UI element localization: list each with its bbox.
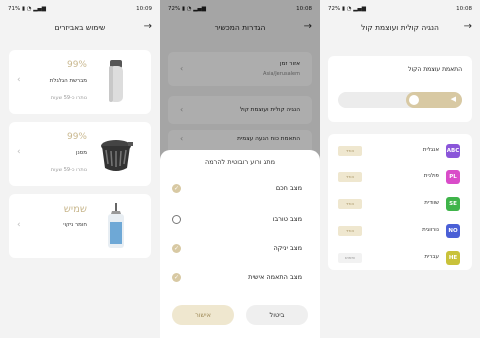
language-badge-icon: NO — [446, 224, 460, 238]
volume-card: התאמת עוצמת הקול ◀ — [328, 56, 472, 122]
accessory-name: מברשת הגלגלת — [49, 78, 87, 84]
usage-percent: 99% — [66, 132, 87, 142]
download-button[interactable]: הורד — [338, 199, 362, 209]
volume-label: התאמת עוצמת הקול — [408, 66, 462, 73]
chevron-left-icon: ‹ — [17, 75, 21, 85]
remaining-time: נותרו כ-59 שעות — [50, 167, 87, 173]
in-use-button[interactable]: שימוש — [338, 253, 362, 263]
bottom-sheet: מתג ורוע רובוטית להרמה מצב חכם ✓ מצב טור… — [160, 150, 320, 338]
header: הנגיה קולית ועוצמת קול → — [320, 18, 480, 40]
chevron-left-icon: ‹ — [17, 147, 21, 157]
status-bar: 72% ▮ ◔ ▂▄▆ 10:08 — [328, 6, 472, 12]
language-name: שוודית — [424, 200, 439, 206]
option-smart-mode[interactable]: מצב חכם ✓ — [170, 182, 310, 196]
remaining-time: נותרו כ-59 שעות — [50, 95, 87, 101]
language-badge-icon: SE — [446, 197, 460, 211]
option-suction-mode[interactable]: מצב יניקה ✓ — [170, 242, 310, 256]
status-text: שמיש — [63, 204, 87, 215]
accessory-name: חומר ניקוי — [63, 222, 87, 228]
option-label: מצב יניקה — [273, 244, 302, 252]
accessory-name: מסנן — [75, 150, 87, 156]
language-badge-icon: PL — [446, 170, 460, 184]
slider-handle[interactable] — [409, 95, 419, 105]
language-name: עברית — [424, 254, 439, 260]
accessories-screen: 71% ▮ ◔ ▂▄▆ 10:09 שימוש באביזרים → 99% מ… — [0, 0, 160, 338]
download-button[interactable]: הורד — [338, 146, 362, 156]
language-row-swedish[interactable]: SE שוודית הורד — [328, 195, 472, 213]
accessory-card-roller-brush[interactable]: 99% מברשת הגלגלת נותרו כ-59 שעות ‹ — [9, 50, 151, 114]
back-arrow-icon[interactable]: → — [144, 21, 152, 32]
language-list: ABC אנגלית הורד PL פולנית הורד SE שוודית… — [328, 134, 472, 270]
check-icon[interactable]: ✓ — [172, 184, 181, 193]
accessory-card-cleaning-solution[interactable]: שמיש חומר ניקוי ‹ — [9, 194, 151, 258]
battery-level: 72% — [328, 6, 341, 12]
language-name: אנגלית — [422, 147, 439, 153]
download-button[interactable]: הורד — [338, 226, 362, 236]
language-row-english[interactable]: ABC אנגלית הורד — [328, 142, 472, 160]
clock: 10:09 — [136, 6, 152, 12]
language-name: פולנית — [423, 173, 439, 179]
option-turbo-mode[interactable]: מצב טורבו — [170, 213, 310, 227]
option-custom-mode[interactable]: מצב התאמה אישית ✓ — [170, 271, 310, 285]
option-label: מצב טורבו — [272, 215, 302, 223]
battery-level: 71% — [8, 6, 21, 12]
roller-brush-icon — [109, 60, 123, 102]
cleaning-solution-icon — [108, 203, 124, 248]
check-icon[interactable]: ✓ — [172, 244, 181, 253]
usage-percent: 99% — [66, 60, 87, 70]
language-row-hebrew[interactable]: HE עברית שימוש — [328, 249, 472, 267]
sheet-title: מתג ורוע רובוטית להרמה — [204, 158, 276, 166]
radio-empty-icon[interactable] — [172, 215, 181, 224]
language-badge-icon: HE — [446, 251, 460, 265]
back-arrow-icon[interactable]: → — [464, 21, 472, 32]
voice-settings-screen: 72% ▮ ◔ ▂▄▆ 10:08 הנגיה קולית ועוצמת קול… — [320, 0, 480, 338]
language-name: נורווגית — [422, 227, 439, 233]
language-row-norwegian[interactable]: NO נורווגית הורד — [328, 222, 472, 240]
language-row-polish[interactable]: PL פולנית הורד — [328, 168, 472, 186]
confirm-button[interactable]: אישור — [172, 305, 234, 325]
option-label: מצב התאמה אישית — [248, 273, 302, 281]
device-settings-screen: 72% ▮ ◔ ▂▄▆ 10:08 הגדרות המכשיר → אזור ז… — [160, 0, 320, 338]
language-badge-icon: ABC — [446, 144, 460, 158]
page-title: הנגיה קולית ועוצמת קול — [361, 23, 439, 32]
volume-slider[interactable]: ◀ — [338, 92, 462, 108]
check-icon[interactable]: ✓ — [172, 273, 181, 282]
cancel-button[interactable]: ביטול — [246, 305, 308, 325]
speaker-icon: ◀ — [450, 95, 456, 103]
chevron-left-icon: ‹ — [17, 220, 21, 230]
accessory-card-filter[interactable]: 99% מסנן נותרו כ-59 שעות ‹ — [9, 122, 151, 186]
header: שימוש באביזרים → — [0, 18, 160, 40]
option-label: מצב חכם — [275, 184, 302, 192]
download-button[interactable]: הורד — [338, 172, 362, 182]
filter-icon — [101, 140, 133, 171]
page-title: שימוש באביזרים — [54, 23, 106, 32]
status-bar: 71% ▮ ◔ ▂▄▆ 10:09 — [8, 6, 152, 12]
clock: 10:08 — [456, 6, 472, 12]
